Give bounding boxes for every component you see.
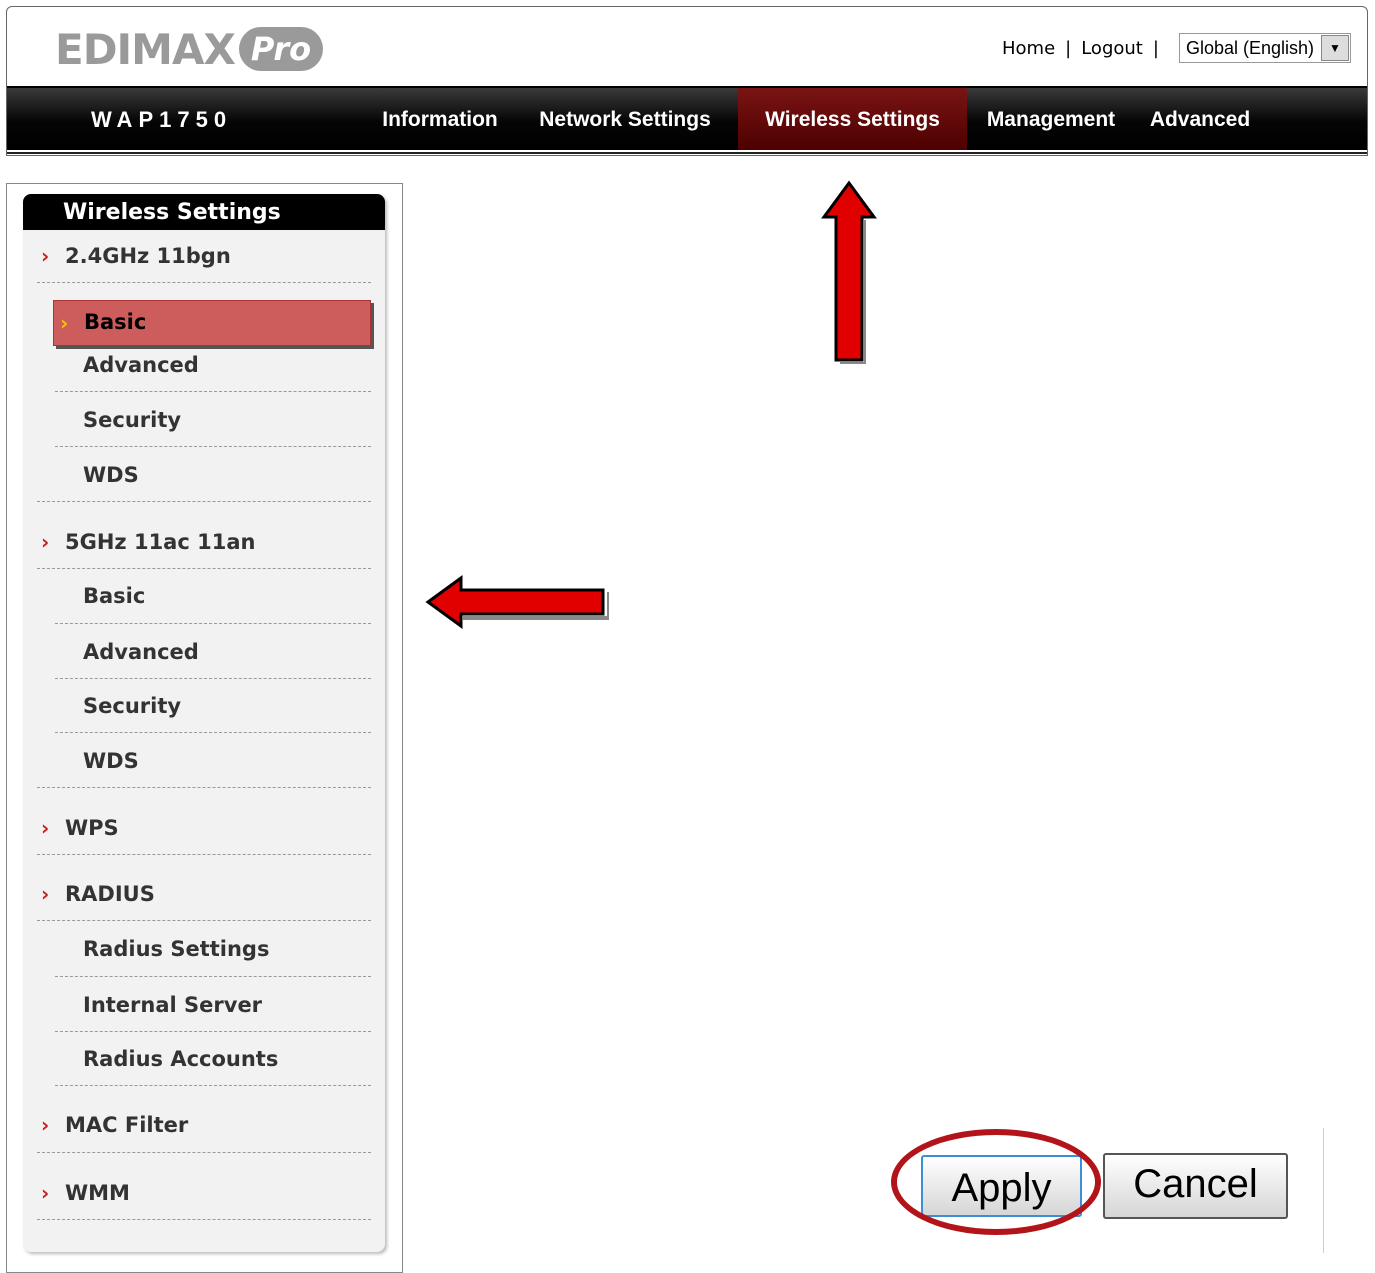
sidebar-item-label: RADIUS	[65, 882, 155, 906]
divider	[55, 732, 371, 733]
divider	[37, 854, 371, 855]
divider	[37, 787, 371, 788]
red-arrow-up-icon	[821, 180, 877, 364]
sidebar-section-radius[interactable]: › RADIUS	[41, 882, 155, 906]
chevron-right-icon: ›	[41, 530, 50, 554]
highlight-circle	[891, 1129, 1101, 1235]
sidebar-item-2-4ghz-advanced[interactable]: Advanced	[83, 353, 199, 377]
red-arrow-left-icon	[425, 575, 609, 629]
sidebar-item-radius-accounts[interactable]: Radius Accounts	[83, 1047, 278, 1071]
sidebar-section-2-4ghz[interactable]: › 2.4GHz 11bgn	[41, 244, 231, 268]
sidebar: Wireless Settings › 2.4GHz 11bgn › Basic…	[6, 183, 403, 1273]
divider	[55, 446, 371, 447]
sidebar-item-label: Basic	[84, 310, 147, 334]
sidebar-item-label: 2.4GHz 11bgn	[65, 244, 231, 268]
divider	[37, 1152, 371, 1153]
divider	[37, 501, 371, 502]
divider	[55, 623, 371, 624]
header: EDIMAX Pro Home | Logout | Global (Engli…	[6, 6, 1368, 156]
top-links: Home | Logout | Global (English) ▼	[1002, 33, 1351, 63]
sidebar-item-label: 5GHz 11ac 11an	[65, 530, 256, 554]
divider	[37, 1219, 371, 1220]
chevron-right-icon: ›	[41, 244, 50, 268]
tab-advanced[interactable]: Advanced	[1141, 88, 1259, 150]
sidebar-item-label: MAC Filter	[65, 1113, 189, 1137]
sidebar-section-5ghz[interactable]: › 5GHz 11ac 11an	[41, 530, 256, 554]
logo-brand: EDIMAX	[55, 24, 236, 74]
dropdown-arrow-icon[interactable]: ▼	[1321, 35, 1349, 61]
chevron-right-icon: ›	[41, 816, 50, 840]
edimax-pro-logo: EDIMAX Pro	[55, 21, 324, 77]
divider	[55, 976, 371, 977]
home-link[interactable]: Home	[1002, 38, 1055, 59]
divider	[1323, 1128, 1324, 1253]
cancel-button[interactable]: Cancel	[1103, 1153, 1288, 1219]
divider	[37, 920, 371, 921]
sidebar-item-5ghz-basic[interactable]: Basic	[83, 584, 145, 608]
language-select[interactable]: Global (English) ▼	[1178, 33, 1351, 63]
divider	[55, 678, 371, 679]
logout-link[interactable]: Logout	[1081, 38, 1143, 59]
sidebar-item-5ghz-security[interactable]: Security	[83, 694, 181, 718]
tab-wireless-settings[interactable]: Wireless Settings	[738, 88, 967, 150]
chevron-right-icon: ›	[60, 311, 69, 335]
main-navbar: WAP1750 Information Network Settings Wir…	[7, 86, 1367, 150]
tab-management[interactable]: Management	[977, 88, 1125, 150]
sidebar-section-mac-filter[interactable]: › MAC Filter	[41, 1113, 189, 1137]
model-name: WAP1750	[91, 107, 233, 132]
chevron-right-icon: ›	[41, 882, 50, 906]
sidebar-item-label: WMM	[65, 1181, 130, 1205]
chevron-right-icon: ›	[41, 1181, 50, 1205]
divider	[55, 1031, 371, 1032]
sidebar-item-radius-settings[interactable]: Radius Settings	[83, 937, 269, 961]
divider	[55, 1085, 371, 1086]
language-select-value: Global (English)	[1185, 37, 1314, 58]
link-separator: |	[1152, 37, 1159, 59]
tab-information[interactable]: Information	[373, 88, 507, 150]
sidebar-item-label: WPS	[65, 816, 119, 840]
logo-suffix: Pro	[238, 27, 324, 71]
link-separator: |	[1065, 37, 1072, 59]
sidebar-section-wmm[interactable]: › WMM	[41, 1181, 130, 1205]
sidebar-item-internal-server[interactable]: Internal Server	[83, 993, 262, 1017]
sidebar-item-5ghz-advanced[interactable]: Advanced	[83, 640, 199, 664]
tab-network-settings[interactable]: Network Settings	[531, 88, 719, 150]
sidebar-item-2-4ghz-wds[interactable]: WDS	[83, 463, 139, 487]
sidebar-section-wps[interactable]: › WPS	[41, 816, 119, 840]
divider	[37, 568, 371, 569]
sidebar-title: Wireless Settings	[23, 194, 385, 230]
sidebar-item-2-4ghz-security[interactable]: Security	[83, 408, 181, 432]
divider	[37, 282, 371, 283]
divider	[55, 391, 371, 392]
sidebar-menu: Wireless Settings › 2.4GHz 11bgn › Basic…	[23, 194, 385, 1252]
navbar-underline	[7, 152, 1367, 154]
sidebar-item-5ghz-wds[interactable]: WDS	[83, 749, 139, 773]
sidebar-item-2-4ghz-basic[interactable]: › Basic	[53, 300, 371, 346]
chevron-right-icon: ›	[41, 1113, 50, 1137]
